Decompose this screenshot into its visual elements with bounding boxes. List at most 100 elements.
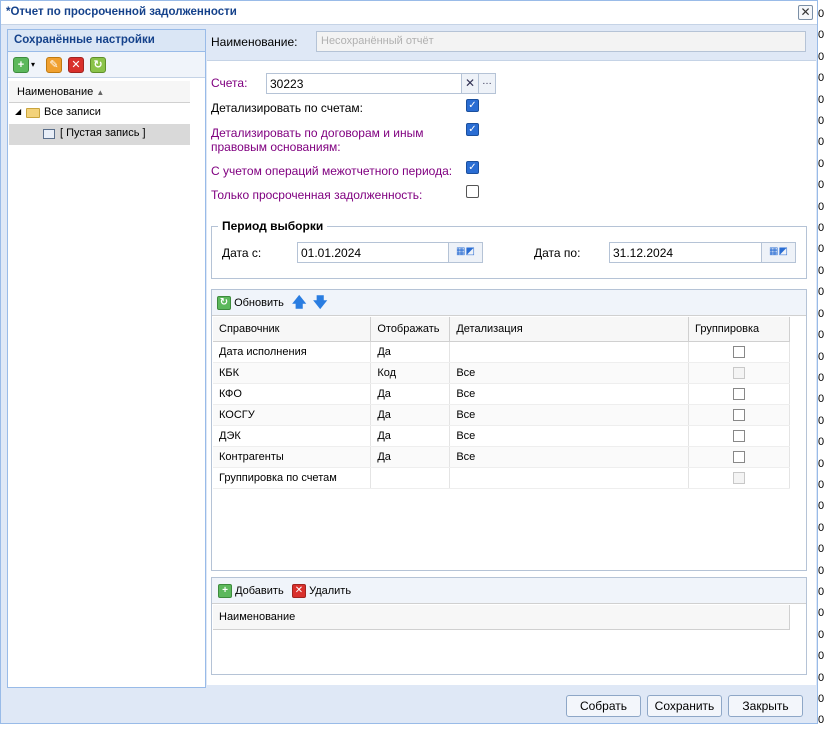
detail-by-contracts-checkbox[interactable]: ✓ [466, 123, 479, 136]
cell-reference: Группировка по счетам [213, 467, 372, 489]
table-row[interactable]: КФО Да Все [213, 383, 790, 405]
move-down-arrow-icon[interactable]: 🡇 [313, 295, 327, 310]
edge-digit: 0 [818, 200, 825, 213]
accounts-field[interactable]: 30223 ✕ … [266, 73, 496, 94]
collect-button[interactable]: Собрать [566, 695, 641, 717]
table-row[interactable]: Дата исполнения Да [213, 341, 790, 363]
edge-digit: 0 [818, 585, 825, 598]
refresh-icon: ↻ [217, 296, 231, 311]
grouping-checkbox[interactable] [733, 387, 745, 400]
names-list-toolbar: + Добавить ✕ Удалить [212, 578, 806, 604]
edge-digit: 0 [818, 500, 825, 513]
calendar-icon[interactable]: ▦◩ [761, 243, 795, 262]
add-button[interactable]: + Добавить [218, 583, 284, 599]
report-name-row: Наименование: Несохранённый отчёт [211, 30, 808, 54]
edge-digit: 0 [818, 264, 825, 277]
edge-digit: 0 [818, 650, 825, 663]
ellipsis-icon[interactable]: … [478, 74, 495, 93]
detail-by-contracts-label-line1: Детализировать по договорам и иным [211, 126, 424, 140]
cell-reference: Дата исполнения [213, 341, 372, 363]
cell-show[interactable]: Да [370, 383, 451, 405]
tree-column-header[interactable]: Наименование ▲ [9, 81, 190, 103]
edge-digit: 0 [818, 393, 825, 406]
edge-digit: 0 [818, 350, 825, 363]
table-row[interactable]: КОСГУ Да Все [213, 404, 790, 426]
date-to-input[interactable]: 31.12.2024 ▦◩ [609, 242, 796, 263]
edge-digit: 0 [818, 115, 825, 128]
edit-setting-icon[interactable]: ✎ [46, 57, 62, 73]
cell-detail[interactable] [449, 341, 690, 363]
refresh-label: Обновить [234, 297, 284, 309]
add-setting-icon[interactable]: + [13, 57, 29, 73]
report-name-input[interactable]: Несохранённый отчёт [316, 31, 806, 52]
cell-reference: ДЭК [213, 425, 372, 447]
cell-grouping[interactable] [688, 404, 790, 426]
table-row[interactable]: КБК Код Все [213, 362, 790, 384]
tree-item-empty-record[interactable]: [ Пустая запись ] [9, 124, 190, 145]
reference-grid-toolbar: ↻ Обновить 🡅 🡇 [212, 290, 806, 316]
col-header-grouping[interactable]: Группировка [688, 317, 790, 342]
saved-settings-toolbar: + ▾ ✎ ✕ ↻ [8, 52, 205, 78]
expand-triangle-icon[interactable]: ◢ [15, 107, 21, 116]
sort-asc-icon: ▲ [96, 88, 105, 97]
cell-grouping[interactable] [688, 446, 790, 468]
cell-show[interactable]: Да [370, 446, 451, 468]
table-row[interactable]: ДЭК Да Все [213, 425, 790, 447]
window-titlebar[interactable]: *Отчет по просроченной задолженности ✕ [1, 1, 817, 25]
grouping-checkbox[interactable] [733, 345, 745, 358]
cell-show[interactable]: Да [370, 404, 451, 426]
table-row[interactable]: Группировка по счетам [213, 467, 790, 489]
edge-digit: 0 [818, 628, 825, 641]
cell-detail[interactable]: Все [449, 425, 690, 447]
names-table: Наименование [213, 605, 790, 630]
move-up-arrow-icon[interactable]: 🡅 [292, 295, 306, 310]
col-header-show[interactable]: Отображать [370, 317, 451, 342]
record-icon [43, 129, 55, 139]
cell-detail[interactable]: Все [449, 404, 690, 426]
refresh-button[interactable]: ↻ Обновить [217, 295, 284, 311]
edge-digit: 0 [818, 8, 825, 20]
cell-grouping[interactable] [688, 425, 790, 447]
date-from-input[interactable]: 01.01.2024 ▦◩ [297, 242, 483, 263]
save-button[interactable]: Сохранить [647, 695, 722, 717]
cell-show[interactable]: Код [370, 362, 451, 384]
detail-by-accounts-label: Детализировать по счетам: [211, 101, 363, 115]
date-to-label: Дата по: [534, 246, 581, 260]
clear-icon[interactable]: ✕ [461, 74, 478, 93]
col-header-name[interactable]: Наименование [213, 605, 790, 630]
edge-digit: 0 [818, 607, 825, 620]
cell-detail[interactable]: Все [449, 362, 690, 384]
calendar-icon[interactable]: ▦◩ [448, 243, 482, 262]
cell-grouping [688, 467, 790, 489]
grouping-checkbox[interactable] [733, 450, 745, 463]
col-header-detail[interactable]: Детализация [449, 317, 690, 342]
cell-detail[interactable]: Все [449, 383, 690, 405]
tree-item-label: Все записи [44, 106, 101, 118]
background-edge-column: 0 0 0 0 0 0 0 0 0 0 0 0 0 0 0 0 0 0 0 0 … [818, 0, 826, 744]
close-button[interactable]: Закрыть [728, 695, 803, 717]
cell-show[interactable]: Да [370, 341, 451, 363]
edge-digit: 0 [818, 371, 825, 384]
delete-button[interactable]: ✕ Удалить [292, 583, 351, 599]
cell-show[interactable]: Да [370, 425, 451, 447]
refresh-settings-icon[interactable]: ↻ [90, 57, 106, 73]
saved-settings-header: Сохранённые настройки [8, 30, 205, 52]
col-header-reference[interactable]: Справочник [213, 317, 372, 342]
tree-item-all[interactable]: ◢ Все записи [9, 103, 190, 124]
grouping-checkbox[interactable] [733, 429, 745, 442]
detail-by-accounts-checkbox[interactable]: ✓ [466, 99, 479, 112]
overdue-only-label: Только просроченная задолженность: [211, 188, 423, 202]
delete-icon: ✕ [292, 584, 306, 599]
grouping-checkbox[interactable] [733, 408, 745, 421]
cell-detail[interactable]: Все [449, 446, 690, 468]
close-window-icon[interactable]: ✕ [798, 5, 813, 20]
cell-grouping[interactable] [688, 341, 790, 363]
table-row[interactable]: Контрагенты Да Все [213, 446, 790, 468]
grouping-checkbox-disabled [733, 471, 745, 484]
cell-grouping[interactable] [688, 383, 790, 405]
cell-reference: КБК [213, 362, 372, 384]
add-dropdown-chevron-icon[interactable]: ▾ [31, 60, 35, 69]
interperiod-ops-checkbox[interactable]: ✓ [466, 161, 479, 174]
delete-setting-icon[interactable]: ✕ [68, 57, 84, 73]
overdue-only-checkbox[interactable] [466, 185, 479, 198]
